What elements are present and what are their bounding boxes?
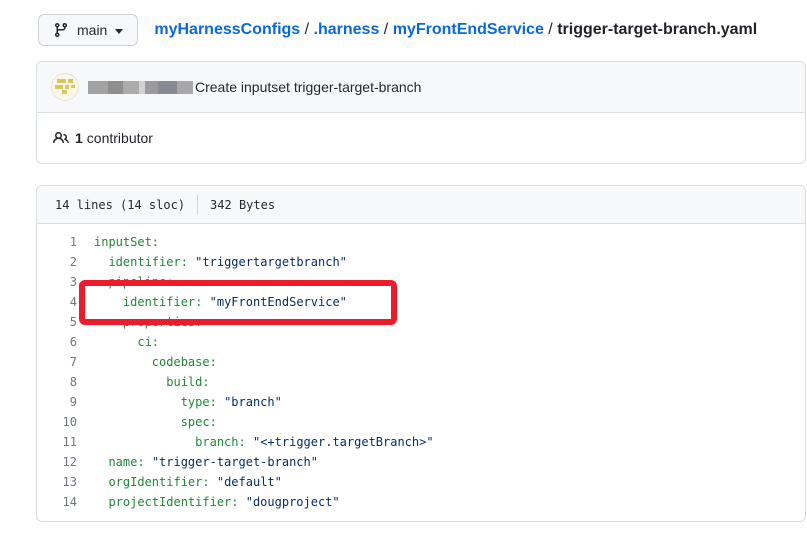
file-lines-info: 14 lines (14 sloc) [55, 198, 185, 212]
breadcrumb-separator: / [544, 21, 557, 38]
breadcrumb: myHarnessConfigs / .harness / myFrontEnd… [154, 21, 757, 39]
breadcrumb-link[interactable]: myHarnessConfigs [154, 21, 300, 38]
code-line-text: name: "trigger-target-branch" [94, 452, 318, 472]
latest-commit-row: Create inputset trigger-target-branch [37, 62, 805, 113]
redacted-username-block [158, 81, 177, 94]
line-number[interactable]: 12 [37, 452, 77, 472]
code-line: 13 orgIdentifier: "default" [37, 472, 805, 492]
code-line-text: codebase: [94, 352, 217, 372]
redacted-username-block [123, 81, 139, 94]
commit-message-link[interactable]: Create inputset trigger-target-branch [195, 79, 421, 95]
contributor-label[interactable]: contributor [87, 130, 153, 146]
code-line: 2 identifier: "triggertargetbranch" [37, 252, 805, 272]
code-line: 12 name: "trigger-target-branch" [37, 452, 805, 472]
line-number[interactable]: 7 [37, 352, 77, 372]
code-line: 1 inputSet: [37, 232, 805, 252]
contributors-row: 1 contributor [37, 113, 805, 163]
breadcrumb-separator: / [379, 21, 392, 38]
code-line-text: inputSet: [94, 232, 159, 252]
chevron-down-icon [115, 29, 123, 34]
code-line: 4 identifier: "myFrontEndService" [37, 292, 805, 312]
redacted-username-block [177, 81, 193, 94]
code-line-text: orgIdentifier: "default" [94, 472, 282, 492]
code-viewer: 1inputSet:2 identifier: "triggertargetbr… [37, 224, 805, 521]
git-branch-icon [53, 22, 69, 38]
breadcrumb-file-name: trigger-target-branch.yaml [557, 21, 757, 38]
line-number[interactable]: 5 [37, 312, 77, 332]
redacted-username-block [108, 81, 123, 94]
code-line: 3 pipeline: [37, 272, 805, 292]
code-line: 5 properties: [37, 312, 805, 332]
line-number[interactable]: 3 [37, 272, 77, 292]
line-number[interactable]: 9 [37, 392, 77, 412]
branch-name-label: main [77, 22, 107, 38]
code-line-text: identifier: "triggertargetbranch" [94, 252, 347, 272]
code-line-text: type: "branch" [94, 392, 282, 412]
code-line: 8 build: [37, 372, 805, 392]
file-info-divider [197, 195, 198, 215]
breadcrumb-link[interactable]: myFrontEndService [393, 21, 544, 38]
commit-info-box: Create inputset trigger-target-branch 1 … [36, 61, 806, 164]
code-line-text: pipeline: [94, 272, 173, 292]
contributor-count[interactable]: 1 [75, 130, 83, 146]
identicon-avatar[interactable] [51, 73, 79, 101]
file-info-bar: 14 lines (14 sloc) 342 Bytes [37, 186, 805, 224]
code-line-text: branch: "<+trigger.targetBranch>" [94, 432, 434, 452]
line-number[interactable]: 4 [37, 292, 77, 312]
line-number[interactable]: 2 [37, 252, 77, 272]
line-number[interactable]: 13 [37, 472, 77, 492]
code-line: 6 ci: [37, 332, 805, 352]
code-line-text: build: [94, 372, 210, 392]
file-size-info: 342 Bytes [210, 198, 275, 212]
redacted-username-block [88, 81, 108, 94]
line-number[interactable]: 1 [37, 232, 77, 252]
line-number[interactable]: 8 [37, 372, 77, 392]
line-number[interactable]: 14 [37, 492, 77, 512]
code-line-text: spec: [94, 412, 217, 432]
line-number[interactable]: 10 [37, 412, 77, 432]
code-line-text: identifier: "myFrontEndService" [94, 292, 347, 312]
redacted-username[interactable] [88, 81, 193, 94]
code-line: 7 codebase: [37, 352, 805, 372]
branch-selector-button[interactable]: main [38, 14, 138, 46]
people-icon [53, 130, 75, 146]
code-line: 9 type: "branch" [37, 392, 805, 412]
code-line-text: properties: [94, 312, 202, 332]
line-number[interactable]: 6 [37, 332, 77, 352]
line-number[interactable]: 11 [37, 432, 77, 452]
file-content-box: 14 lines (14 sloc) 342 Bytes 1inputSet:2… [36, 185, 806, 522]
redacted-username-block [145, 81, 158, 94]
code-line-text: ci: [94, 332, 159, 352]
file-header-row: main myHarnessConfigs / .harness / myFro… [38, 14, 807, 46]
code-line: 11 branch: "<+trigger.targetBranch>" [37, 432, 805, 452]
code-line: 10 spec: [37, 412, 805, 432]
breadcrumb-separator: / [300, 21, 313, 38]
code-line: 14 projectIdentifier: "dougproject" [37, 492, 805, 512]
code-line-text: projectIdentifier: "dougproject" [94, 492, 340, 512]
breadcrumb-link[interactable]: .harness [314, 21, 380, 38]
